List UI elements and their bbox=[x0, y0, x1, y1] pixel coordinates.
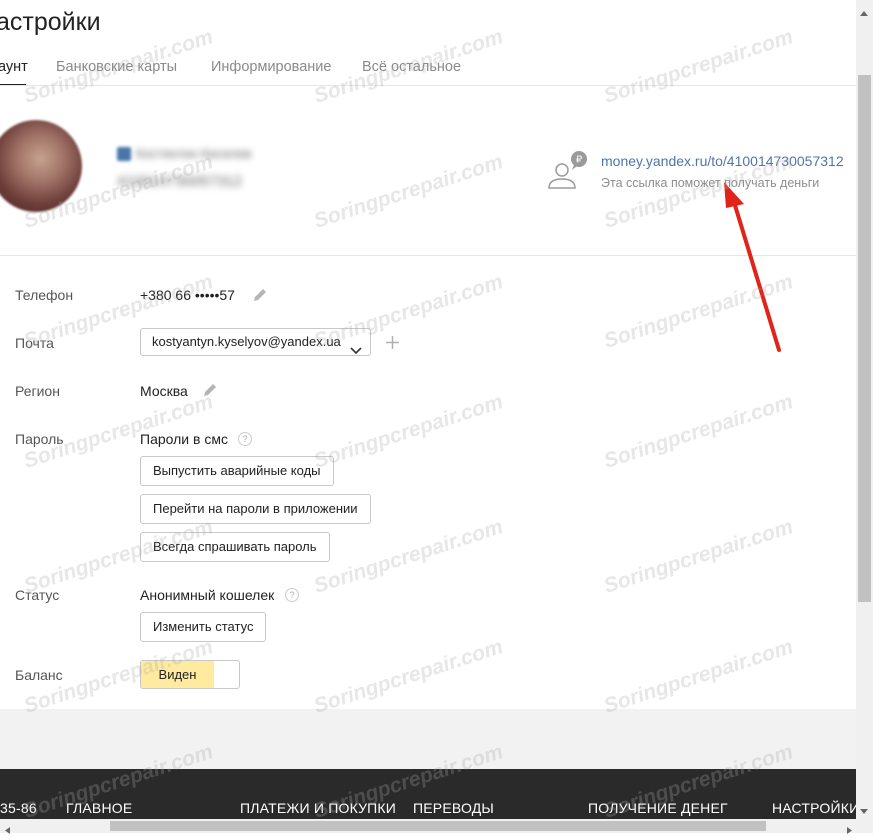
tab-bank-cards[interactable]: Банковские карты bbox=[56, 59, 177, 75]
balance-label: Баланс bbox=[15, 667, 63, 683]
tabs-divider bbox=[0, 85, 856, 86]
account-number: 410014730057312 bbox=[117, 173, 243, 190]
tab-notifications[interactable]: Информирование bbox=[211, 59, 331, 75]
emergency-codes-button[interactable]: Выпустить аварийные коды bbox=[140, 456, 334, 486]
edit-region-pencil-icon[interactable] bbox=[202, 382, 218, 398]
vk-icon bbox=[117, 147, 131, 161]
phone-label: Телефон bbox=[15, 287, 74, 303]
footer-link-settings[interactable]: НАСТРОЙКИ bbox=[772, 800, 859, 816]
vertical-scrollbar-thumb[interactable] bbox=[858, 75, 871, 602]
change-status-button[interactable]: Изменить статус bbox=[140, 612, 267, 642]
password-value: Пароли в смс bbox=[140, 431, 228, 447]
edit-phone-pencil-icon[interactable] bbox=[252, 287, 268, 303]
watermark-text: Soringpcrepair.com bbox=[601, 635, 796, 718]
profile-name: Костянтин Киселев bbox=[136, 146, 252, 161]
region-value: Москва bbox=[140, 383, 188, 399]
email-select[interactable]: kostyantyn.kyselyov@yandex.ua bbox=[140, 328, 371, 356]
tab-account[interactable]: аунт bbox=[0, 59, 28, 75]
password-label: Пароль bbox=[15, 431, 64, 447]
scroll-down-arrow-icon[interactable] bbox=[859, 803, 869, 814]
watermark-text: Soringpcrepair.com bbox=[311, 390, 506, 473]
footer-link-payments[interactable]: ПЛАТЕЖИ И ПОКУПКИ bbox=[240, 800, 396, 816]
watermark-text: Soringpcrepair.com bbox=[601, 25, 796, 108]
svg-text:₽: ₽ bbox=[576, 155, 583, 166]
tab-other[interactable]: Всё остальное bbox=[362, 59, 461, 75]
watermark-text: Soringpcrepair.com bbox=[311, 150, 506, 233]
watermark-text: Soringpcrepair.com bbox=[311, 635, 506, 718]
watermark-text: Soringpcrepair.com bbox=[601, 390, 796, 473]
watermark-text: Soringpcrepair.com bbox=[601, 515, 796, 598]
balance-visibility-toggle[interactable]: Виден bbox=[140, 660, 240, 689]
receive-money-user-icon: ₽ bbox=[544, 150, 594, 192]
toggle-on-state: Виден bbox=[141, 661, 214, 688]
phone-value: +380 66 •••••57 bbox=[140, 287, 235, 303]
money-link[interactable]: money.yandex.ru/to/410014730057312 bbox=[601, 153, 844, 169]
scroll-left-arrow-icon[interactable] bbox=[3, 822, 11, 834]
always-ask-password-button[interactable]: Всегда спрашивать пароль bbox=[140, 532, 330, 562]
app-passwords-button[interactable]: Перейти на пароли в приложении bbox=[140, 494, 371, 524]
avatar[interactable] bbox=[0, 120, 82, 212]
region-label: Регион bbox=[15, 383, 60, 399]
password-help-icon[interactable]: ? bbox=[238, 432, 252, 446]
scroll-right-arrow-icon[interactable] bbox=[846, 822, 854, 834]
scroll-up-arrow-icon[interactable] bbox=[859, 4, 869, 16]
horizontal-scrollbar-thumb[interactable] bbox=[110, 821, 766, 831]
page-bottom-area bbox=[0, 709, 856, 769]
email-select-value: kostyantyn.kyselyov@yandex.ua bbox=[152, 334, 341, 349]
footer-link-main[interactable]: ГЛАВНОЕ bbox=[66, 800, 132, 816]
status-help-icon[interactable]: ? bbox=[285, 588, 299, 602]
watermark-text: Soringpcrepair.com bbox=[311, 515, 506, 598]
email-label: Почта bbox=[15, 335, 54, 351]
red-annotation-arrow bbox=[724, 182, 781, 352]
add-email-plus-icon[interactable] bbox=[385, 335, 400, 350]
page-title: астройки bbox=[0, 8, 101, 36]
chevron-down-icon bbox=[350, 338, 362, 355]
footer-phone-fragment: 35-86 bbox=[0, 800, 37, 816]
footer-link-receive[interactable]: ПОЛУЧЕНИЕ ДЕНЕГ bbox=[588, 800, 728, 816]
status-label: Статус bbox=[15, 587, 60, 603]
status-value: Анонимный кошелек bbox=[140, 587, 275, 603]
footer-link-transfers[interactable]: ПЕРЕВОДЫ bbox=[413, 800, 494, 816]
